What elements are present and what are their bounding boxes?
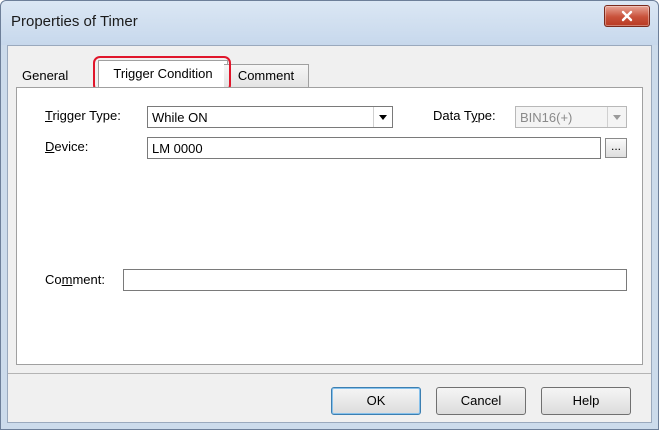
device-value: LM 0000 [152,141,203,156]
comment-field[interactable] [123,269,627,291]
close-icon [621,10,633,22]
tab-general[interactable]: General [18,66,86,86]
title-bar[interactable]: Properties of Timer [1,1,658,45]
device-field[interactable]: LM 0000 [147,137,601,159]
chevron-down-icon[interactable] [373,107,392,127]
cancel-button[interactable]: Cancel [436,387,526,415]
comment-label: Comment: [45,272,105,287]
data-type-value: BIN16(+) [520,110,573,125]
tab-panel-trigger-condition: Trigger Type: While ON Data Type: BIN16(… [16,87,643,365]
tab-comment[interactable]: Comment [224,64,309,87]
dialog-client-area: General Trigger Condition Comment Trigge… [7,45,652,423]
trigger-type-value: While ON [152,110,208,125]
chevron-down-icon[interactable] [607,107,626,127]
data-type-label: Data Type: [433,108,496,123]
trigger-type-label: Trigger Type: [45,108,121,123]
window-title: Properties of Timer [11,13,138,30]
trigger-type-select[interactable]: While ON [147,106,393,128]
help-button[interactable]: Help [541,387,631,415]
device-label: Device: [45,139,89,154]
ok-button[interactable]: OK [331,387,421,415]
button-separator [8,373,651,374]
close-button[interactable] [604,5,650,27]
browse-device-button[interactable]: ... [605,138,627,158]
dialog-window: Properties of Timer General Trigger Cond… [0,0,659,430]
data-type-select[interactable]: BIN16(+) [515,106,627,128]
